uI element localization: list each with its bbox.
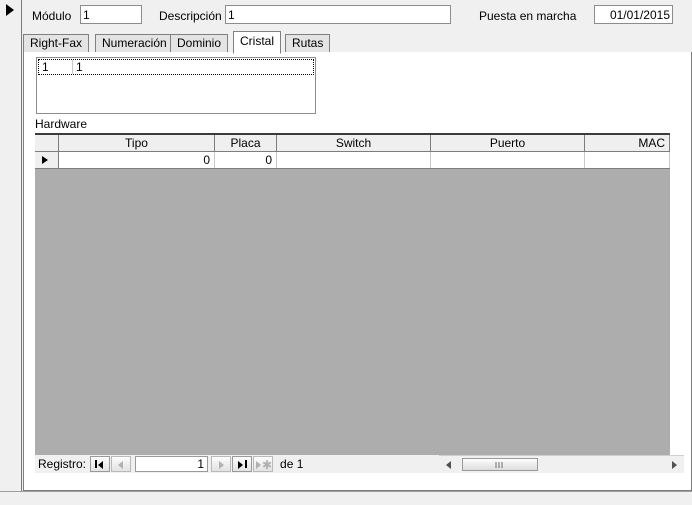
new-record-button[interactable]: ✱ xyxy=(253,456,274,472)
puesta-en-marcha-label: Puesta en marcha xyxy=(479,9,577,23)
tab-dominio[interactable]: Dominio xyxy=(170,34,229,53)
right-triangle-icon xyxy=(6,4,14,16)
module-listbox[interactable]: 1 1 xyxy=(36,57,316,114)
list-item-col-1: 1 xyxy=(76,60,83,74)
scroll-thumb-grip-icon xyxy=(495,462,505,468)
current-record-input[interactable] xyxy=(135,456,209,472)
column-header-tipo[interactable]: Tipo xyxy=(59,135,215,151)
column-header-switch[interactable]: Switch xyxy=(277,135,431,151)
scroll-left-arrow-icon[interactable] xyxy=(446,461,451,469)
last-record-icon xyxy=(245,460,248,468)
cell-switch[interactable] xyxy=(277,152,431,168)
tab-right-fax[interactable]: Right-Fax xyxy=(23,34,90,53)
next-record-button[interactable] xyxy=(211,456,232,472)
descripcion-label: Descripción xyxy=(159,9,222,23)
first-record-icon xyxy=(95,460,98,468)
record-navigator-label: Registro: xyxy=(38,457,87,471)
puesta-en-marcha-input[interactable] xyxy=(594,5,673,24)
new-record-icon: ✱ xyxy=(262,458,273,472)
form-bottom-strip xyxy=(0,491,692,505)
hardware-datasheet: Tipo Placa Switch Puerto MAC 0 0 xyxy=(35,133,670,455)
previous-record-icon xyxy=(118,461,124,469)
modulo-label: Módulo xyxy=(32,9,72,23)
tab-rutas[interactable]: Rutas xyxy=(285,34,331,53)
tab-cristal[interactable]: Cristal xyxy=(233,31,282,54)
hardware-section-label: Hardware xyxy=(35,117,88,131)
column-header-mac[interactable]: MAC xyxy=(585,135,670,151)
scroll-right-arrow-icon[interactable] xyxy=(672,461,677,469)
list-item[interactable]: 1 1 xyxy=(38,59,314,75)
tab-numeracion[interactable]: Numeración xyxy=(95,34,174,53)
previous-record-button[interactable] xyxy=(111,456,132,472)
application-window: Módulo Descripción Puesta en marcha Righ… xyxy=(0,0,692,505)
horizontal-scrollbar[interactable] xyxy=(439,455,684,473)
last-record-button[interactable] xyxy=(232,456,253,472)
list-item-col-0: 1 xyxy=(39,60,73,74)
form-record-selector[interactable] xyxy=(0,0,22,505)
cell-mac[interactable] xyxy=(585,152,670,168)
next-record-icon xyxy=(219,461,225,469)
tab-page-cristal: 1 1 Hardware Tipo Placa Switch Puerto MA… xyxy=(23,52,692,491)
cell-puerto[interactable] xyxy=(431,152,585,168)
cell-placa[interactable]: 0 xyxy=(215,152,277,168)
first-record-arrow-icon xyxy=(98,461,104,469)
first-record-button[interactable] xyxy=(90,456,111,472)
form-header: Módulo Descripción Puesta en marcha xyxy=(23,0,692,31)
row-record-selector[interactable] xyxy=(35,152,59,168)
descripcion-input[interactable] xyxy=(225,5,451,24)
table-row[interactable]: 0 0 xyxy=(35,152,670,169)
tab-bar: Right-Fax Numeración Dominio Cristal Rut… xyxy=(23,31,692,54)
modulo-input[interactable] xyxy=(80,5,142,24)
right-triangle-icon xyxy=(42,156,48,164)
record-count-label: de 1 xyxy=(280,457,304,471)
datasheet-header-row: Tipo Placa Switch Puerto MAC xyxy=(35,135,670,152)
last-record-arrow-icon xyxy=(238,461,244,469)
column-header-placa[interactable]: Placa xyxy=(215,135,277,151)
new-record-arrow-icon xyxy=(256,461,262,469)
column-header-puerto[interactable]: Puerto xyxy=(431,135,585,151)
column-header-selector xyxy=(35,135,59,151)
scrollbar-thumb[interactable] xyxy=(462,458,538,471)
cell-tipo[interactable]: 0 xyxy=(59,152,215,168)
